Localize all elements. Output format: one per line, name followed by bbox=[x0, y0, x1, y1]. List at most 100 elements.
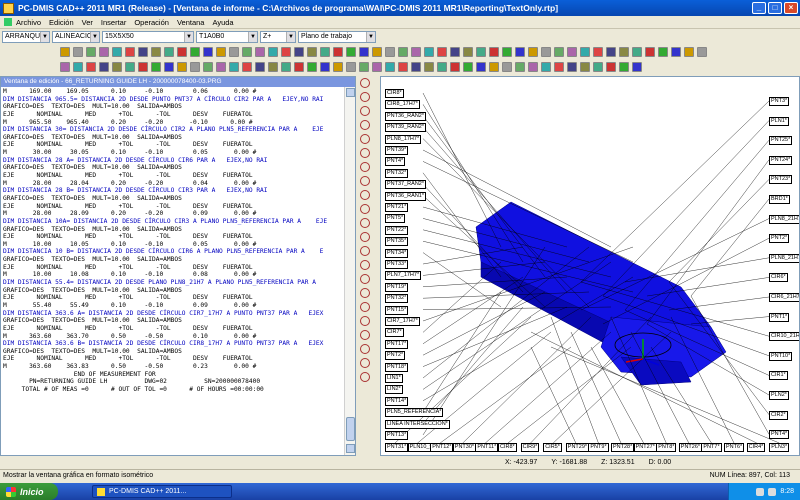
chevron-down-icon[interactable]: ▼ bbox=[40, 31, 49, 42]
feature-label[interactable]: PNT7* bbox=[701, 443, 722, 452]
code-line[interactable]: EJE NOMINAL MED +TOL -TOL DESV FUERATOL bbox=[3, 294, 343, 302]
toolbar-tool-icon[interactable] bbox=[216, 47, 226, 57]
toolbar-tool-icon[interactable] bbox=[125, 62, 135, 72]
graphics-tool-icon[interactable] bbox=[360, 134, 370, 144]
code-line[interactable]: GRAFICO=DES TEXTO=DES MULT=10.00 SALIDA=… bbox=[3, 226, 343, 234]
code-line[interactable]: DIM DISTANCIA 28 B= DISTANCIA 2D DESDE C… bbox=[3, 187, 343, 195]
maximize-button[interactable]: □ bbox=[768, 2, 782, 14]
toolbar-tool-icon[interactable] bbox=[333, 47, 343, 57]
code-line[interactable]: GRAFICO=DES TEXTO=DES MULT=10.00 SALIDA=… bbox=[3, 103, 343, 111]
toolbar-tool-icon[interactable] bbox=[528, 62, 538, 72]
feature-label[interactable]: CIR7* bbox=[385, 328, 404, 338]
toolbar-tool-icon[interactable] bbox=[567, 47, 577, 57]
code-line[interactable]: EJE NOMINAL MED +TOL -TOL DESV FUERATOL bbox=[3, 111, 343, 119]
code-line[interactable]: M 55.40 55.49 0.10 -0.10 0.09 0.00 # bbox=[3, 302, 343, 310]
feature-label[interactable]: PNT23* bbox=[769, 175, 793, 185]
toolbar-tool-icon[interactable] bbox=[294, 62, 304, 72]
graphics-tool-icon[interactable] bbox=[360, 260, 370, 270]
alignment2-combo[interactable]: ALINEACIO! ▼ bbox=[52, 30, 100, 43]
feature-label[interactable]: CIR5* bbox=[543, 443, 562, 452]
feature-label[interactable]: PNT34* bbox=[385, 248, 409, 258]
toolbar-tool-icon[interactable] bbox=[463, 62, 473, 72]
feature-label[interactable]: PNT18* bbox=[385, 362, 409, 372]
code-line[interactable]: EJE NOMINAL MED +TOL -TOL DESV FUERATOL bbox=[3, 325, 343, 333]
code-line[interactable]: DIM DISTANCIA 10 B= DISTANCIA 2D DESDE C… bbox=[3, 248, 343, 256]
feature-label[interactable]: PNT26* bbox=[678, 443, 703, 452]
graphics-tool-icon[interactable] bbox=[360, 106, 370, 116]
toolbar-tool-icon[interactable] bbox=[242, 62, 252, 72]
toolbar-tool-icon[interactable] bbox=[138, 47, 148, 57]
feature-label[interactable]: PLN5_REFERENCIA* bbox=[385, 408, 444, 418]
feature-label[interactable]: PLN8_21H7* bbox=[769, 214, 799, 224]
probe-combo[interactable]: 15X5X50 ▼ bbox=[102, 30, 194, 43]
code-line[interactable]: GRAFICO=DES TEXTO=DES MULT=10.00 SALIDA=… bbox=[3, 348, 343, 356]
code-line[interactable]: DIM DISTANCIA 30= DISTANCIA 2D DESDE CÍR… bbox=[3, 126, 343, 134]
code-line[interactable]: M 30.00 30.05 0.10 -0.10 0.05 0.00 # bbox=[3, 149, 343, 157]
graphics-tool-icon[interactable] bbox=[360, 218, 370, 228]
scroll-down-arrow-icon[interactable] bbox=[346, 444, 355, 453]
feature-label[interactable]: PNT2* bbox=[385, 351, 406, 361]
menu-operacion[interactable]: Operación bbox=[134, 18, 169, 27]
toolbar-tool-icon[interactable] bbox=[411, 62, 421, 72]
toolbar-tool-icon[interactable] bbox=[515, 62, 525, 72]
toolbar-tool-icon[interactable] bbox=[476, 62, 486, 72]
feature-label[interactable]: CIR9* bbox=[520, 443, 540, 452]
toolbar-tool-icon[interactable] bbox=[307, 47, 317, 57]
toolbar-tool-icon[interactable] bbox=[502, 62, 512, 72]
toolbar-tool-icon[interactable] bbox=[138, 62, 148, 72]
feature-label[interactable]: PNT2* bbox=[769, 234, 790, 244]
scroll-up-arrow-icon[interactable] bbox=[346, 88, 355, 97]
feature-label[interactable]: PNT5* bbox=[385, 214, 406, 224]
feature-label[interactable]: CIR6* bbox=[769, 273, 788, 283]
feature-label[interactable]: CIR8* bbox=[385, 89, 404, 98]
toolbar-tool-icon[interactable] bbox=[86, 62, 96, 72]
feature-label[interactable]: PNT13* bbox=[385, 431, 409, 440]
toolbar-tool-icon[interactable] bbox=[203, 47, 213, 57]
toolbar-tool-icon[interactable] bbox=[177, 62, 187, 72]
toolbar-tool-icon[interactable] bbox=[424, 47, 434, 57]
feature-label[interactable]: PLN3* bbox=[769, 443, 790, 452]
feature-label[interactable]: PLN7_17H7* bbox=[385, 271, 422, 281]
toolbar-tool-icon[interactable] bbox=[320, 47, 330, 57]
code-line[interactable]: GRAFICO=DES TEXTO=DES MULT=10.00 SALIDA=… bbox=[3, 256, 343, 264]
feature-label[interactable]: CIR4* bbox=[746, 443, 766, 452]
toolbar-tool-icon[interactable] bbox=[645, 47, 655, 57]
chevron-down-icon[interactable]: ▼ bbox=[366, 31, 375, 42]
toolbar-tool-icon[interactable] bbox=[307, 62, 317, 72]
toolbar-tool-icon[interactable] bbox=[73, 47, 83, 57]
toolbar-tool-icon[interactable] bbox=[346, 47, 356, 57]
feature-label[interactable]: PNT12* bbox=[430, 443, 454, 452]
graphics-tool-icon[interactable] bbox=[360, 246, 370, 256]
toolbar-tool-icon[interactable] bbox=[346, 62, 356, 72]
feature-label[interactable]: PNT9* bbox=[588, 443, 609, 452]
toolbar-tool-icon[interactable] bbox=[333, 62, 343, 72]
toolbar-tool-icon[interactable] bbox=[398, 62, 408, 72]
close-button[interactable]: × bbox=[784, 2, 798, 14]
feature-label[interactable]: PNT25* bbox=[769, 136, 793, 146]
code-line[interactable]: M 363.60 363.70 0.50 -0.50 0.10 0.00 # bbox=[3, 333, 343, 341]
taskbar-app-button[interactable]: PC-DMIS CAD++ 2011... bbox=[92, 485, 232, 498]
feature-label[interactable]: PNT33* bbox=[385, 260, 409, 269]
toolbar-tool-icon[interactable] bbox=[99, 47, 109, 57]
graphics-tool-icon[interactable] bbox=[360, 120, 370, 130]
toolbar-tool-icon[interactable] bbox=[60, 62, 70, 72]
code-line[interactable]: PN=RETURNING GUIDE LH DWG=02 SN=20000007… bbox=[3, 378, 343, 386]
toolbar-tool-icon[interactable] bbox=[60, 47, 70, 57]
feature-label[interactable]: PLN1* bbox=[769, 116, 789, 126]
toolbar-tool-icon[interactable] bbox=[385, 47, 395, 57]
toolbar-tool-icon[interactable] bbox=[437, 62, 447, 72]
code-line[interactable]: M 169.00 169.05 0.10 -0.10 0.06 0.00 # bbox=[3, 88, 343, 96]
code-line[interactable]: EJE NOMINAL MED +TOL -TOL DESV FUERATOL bbox=[3, 355, 343, 363]
toolbar-tool-icon[interactable] bbox=[593, 62, 603, 72]
feature-label[interactable]: PNT4* bbox=[385, 157, 406, 167]
toolbar-tool-icon[interactable] bbox=[580, 47, 590, 57]
toolbar-tool-icon[interactable] bbox=[112, 47, 122, 57]
toolbar-tool-icon[interactable] bbox=[567, 62, 577, 72]
feature-label[interactable]: PNT22* bbox=[385, 225, 409, 235]
menu-ver[interactable]: Ver bbox=[82, 18, 93, 27]
workplane-combo[interactable]: Plano de trabajo ▼ bbox=[298, 30, 376, 43]
graphics-tool-icon[interactable] bbox=[360, 92, 370, 102]
toolbar-tool-icon[interactable] bbox=[489, 47, 499, 57]
toolbar-tool-icon[interactable] bbox=[580, 62, 590, 72]
graphics-tool-icon[interactable] bbox=[360, 288, 370, 298]
